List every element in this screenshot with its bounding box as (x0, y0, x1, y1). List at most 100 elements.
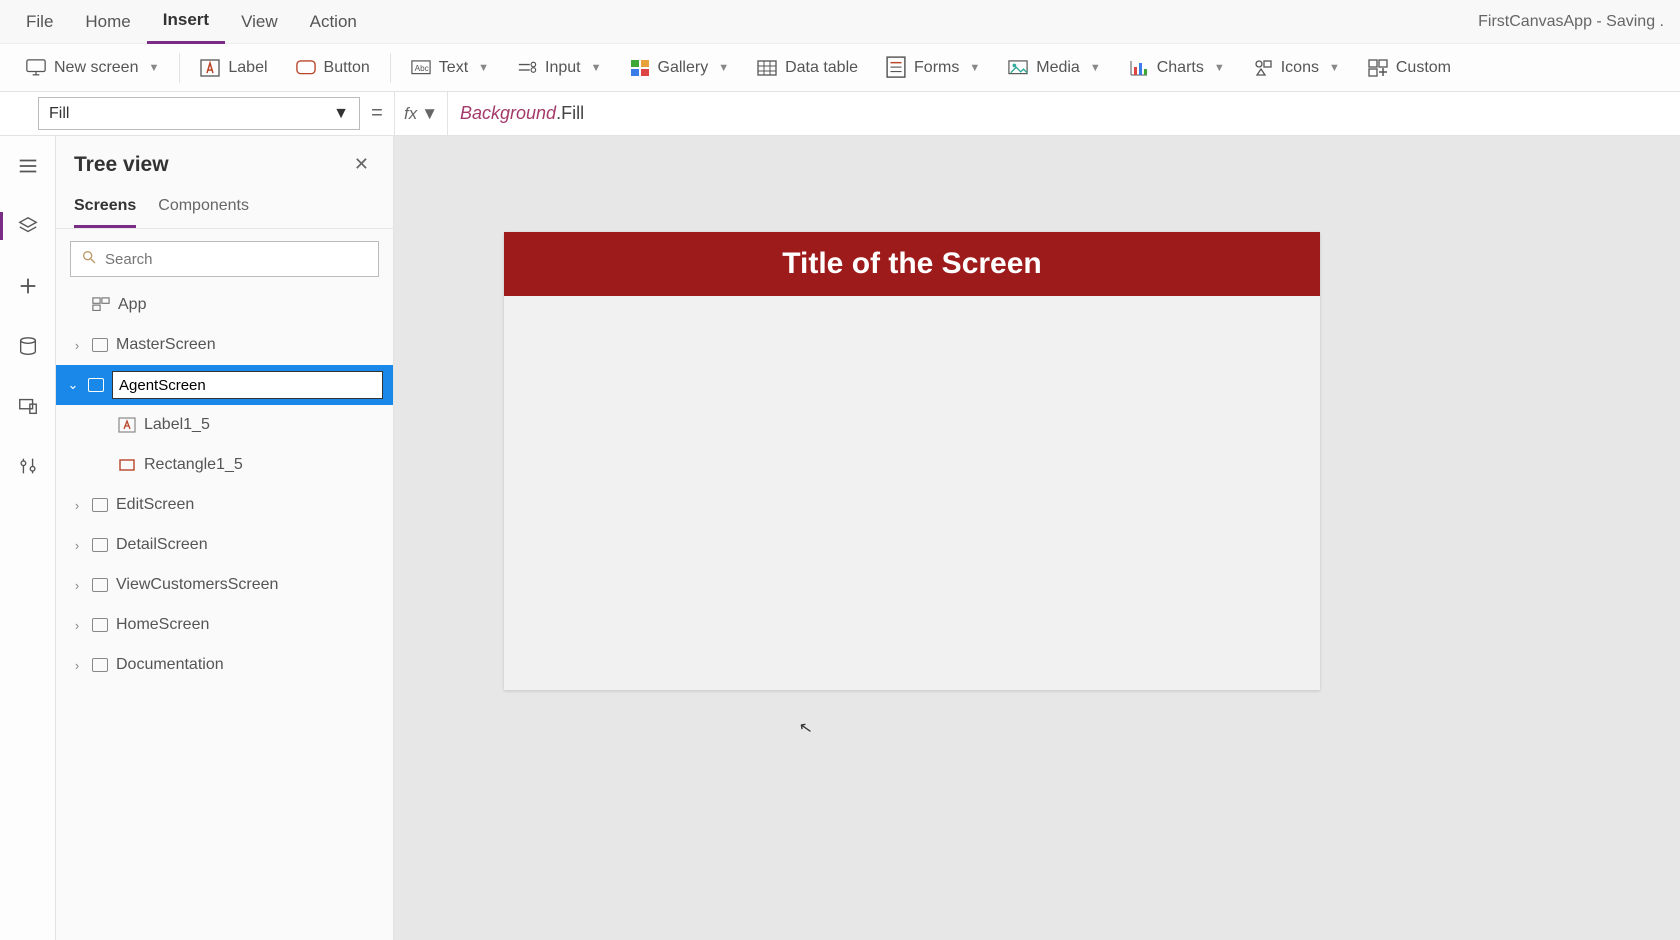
chevron-down-icon: ▼ (478, 62, 489, 74)
label-icon (118, 417, 136, 433)
forms-label: Forms (914, 59, 959, 77)
devices-icon (17, 395, 39, 417)
tree-item-documentation[interactable]: › Documentation (56, 645, 393, 685)
screen-icon (92, 578, 108, 592)
property-selector[interactable]: Fill ▼ (38, 97, 360, 130)
equals-label: = (360, 92, 394, 135)
tree-view-panel: Tree view ✕ Screens Components App (56, 136, 394, 940)
charts-icon (1129, 59, 1149, 77)
button-button[interactable]: Button (282, 44, 384, 92)
tab-screens[interactable]: Screens (74, 191, 136, 228)
new-screen-button[interactable]: New screen ▼ (12, 44, 173, 92)
chevron-down-icon: ▼ (591, 62, 602, 74)
media-button[interactable]: Media ▼ (994, 44, 1114, 92)
datatable-label: Data table (785, 59, 858, 77)
menu-view[interactable]: View (225, 0, 294, 44)
layers-icon (17, 215, 39, 237)
tree-item-label: DetailScreen (116, 536, 208, 554)
tree-item-label: App (118, 296, 146, 314)
tree-item-app[interactable]: App (56, 285, 393, 325)
formula-input[interactable]: Background.Fill (448, 92, 1680, 135)
tree-item-label: Label1_5 (144, 416, 210, 434)
chevron-down-icon: ▼ (718, 62, 729, 74)
rename-input[interactable] (112, 371, 383, 399)
datatable-button[interactable]: Data table (743, 44, 872, 92)
text-icon: Abc (411, 59, 431, 77)
fx-button[interactable]: fx ▼ (394, 92, 448, 135)
menu-file[interactable]: File (10, 0, 69, 44)
label-icon (200, 59, 220, 77)
screen-canvas[interactable]: Title of the Screen (504, 232, 1320, 690)
forms-icon (886, 59, 906, 77)
chevron-down-icon: ▼ (148, 62, 159, 74)
icons-label: Icons (1281, 59, 1319, 77)
close-panel-button[interactable]: ✕ (348, 150, 375, 179)
tree-item-agentscreen-editing[interactable]: ⌄ (56, 365, 393, 405)
rectangle-icon (118, 457, 136, 473)
screen-title-text: Title of the Screen (782, 247, 1042, 281)
media-icon (1008, 59, 1028, 77)
chevron-down-icon: ▼ (421, 104, 438, 124)
tree-item-homescreen[interactable]: › HomeScreen (56, 605, 393, 645)
screen-icon (88, 378, 104, 392)
screen-icon (92, 338, 108, 352)
custom-label: Custom (1396, 59, 1451, 77)
menu-insert[interactable]: Insert (147, 0, 225, 44)
icons-button[interactable]: Icons ▼ (1239, 44, 1354, 92)
tab-components[interactable]: Components (158, 191, 249, 228)
tree-view-rail-button[interactable] (8, 206, 48, 246)
insert-rail-button[interactable] (8, 266, 48, 306)
custom-button[interactable]: Custom (1354, 44, 1465, 92)
chevron-right-icon: › (70, 498, 84, 513)
input-icon (517, 59, 537, 77)
gallery-button[interactable]: Gallery ▼ (616, 44, 744, 92)
data-rail-button[interactable] (8, 326, 48, 366)
chevron-down-icon: ▼ (333, 105, 349, 123)
plus-icon (17, 275, 39, 297)
screen-icon (92, 538, 108, 552)
tree-search[interactable] (70, 241, 379, 277)
svg-text:Abc: Abc (414, 64, 428, 73)
tree-search-input[interactable] (105, 251, 368, 268)
tree-item-editscreen[interactable]: › EditScreen (56, 485, 393, 525)
property-selector-value: Fill (49, 105, 69, 123)
forms-button[interactable]: Forms ▼ (872, 44, 994, 92)
label-label: Label (228, 59, 267, 77)
hamburger-button[interactable] (8, 146, 48, 186)
label-button[interactable]: Label (186, 44, 281, 92)
advanced-rail-button[interactable] (8, 446, 48, 486)
icons-icon (1253, 59, 1273, 77)
menu-action[interactable]: Action (294, 0, 373, 44)
canvas-area[interactable]: Title of the Screen ↖ (394, 136, 1680, 940)
screen-title-bar[interactable]: Title of the Screen (504, 232, 1320, 296)
new-screen-label: New screen (54, 59, 138, 77)
chevron-right-icon: › (70, 338, 84, 353)
tree-item-detailscreen[interactable]: › DetailScreen (56, 525, 393, 565)
menu-bar: File Home Insert View Action FirstCanvas… (0, 0, 1680, 44)
input-button[interactable]: Input ▼ (503, 44, 615, 92)
text-button[interactable]: Abc Text ▼ (397, 44, 503, 92)
input-label: Input (545, 59, 581, 77)
close-icon: ✕ (354, 154, 369, 174)
tree-view-title: Tree view (74, 153, 169, 177)
tree-item-label: ViewCustomersScreen (116, 576, 278, 594)
screen-icon (92, 618, 108, 632)
tree-item-label1-5[interactable]: Label1_5 (56, 405, 393, 445)
chevron-right-icon: › (70, 658, 84, 673)
media-rail-button[interactable] (8, 386, 48, 426)
screen-icon (92, 658, 108, 672)
tree-item-rectangle1-5[interactable]: Rectangle1_5 (56, 445, 393, 485)
cursor-icon: ↖ (797, 717, 814, 739)
app-icon (92, 297, 110, 313)
tree-item-masterscreen[interactable]: › MasterScreen (56, 325, 393, 365)
tree-item-viewcustomersscreen[interactable]: › ViewCustomersScreen (56, 565, 393, 605)
custom-icon (1368, 59, 1388, 77)
menu-home[interactable]: Home (69, 0, 146, 44)
left-rail (0, 136, 56, 940)
charts-button[interactable]: Charts ▼ (1115, 44, 1239, 92)
chevron-down-icon: ⌄ (66, 377, 80, 393)
text-label: Text (439, 59, 468, 77)
fx-icon: fx (404, 104, 417, 124)
formula-token-object: Background (460, 103, 556, 124)
media-label: Media (1036, 59, 1080, 77)
